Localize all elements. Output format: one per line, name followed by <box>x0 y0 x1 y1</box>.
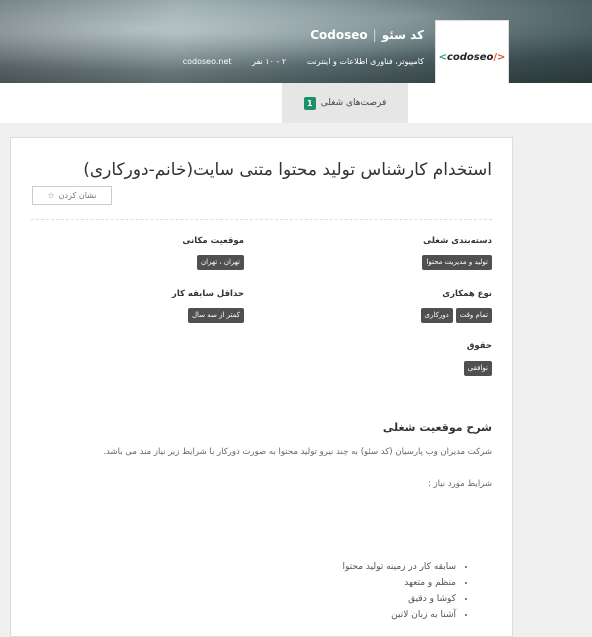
requirements-list: سابقه کار در زمینه تولید محتوا منظم و مت… <box>343 559 472 623</box>
company-industry: کامپیوتر، فناوری اطلاعات و اینترنت <box>306 57 424 66</box>
bookmark-button[interactable]: نشان کردن ☆ <box>32 186 112 205</box>
employment-type-label: نوع همکاری <box>442 289 492 299</box>
company-name-en: Codoseo <box>310 28 368 42</box>
experience-tag[interactable]: کمتر از سه سال <box>187 308 244 323</box>
employment-type-tag[interactable]: تمام وقت <box>455 308 492 323</box>
category-label: دسته‌بندی شغلی <box>423 236 492 246</box>
employment-type-tag[interactable]: دورکاری <box>420 308 453 323</box>
category-tags: تولید و مدیریت محتوا <box>422 255 492 270</box>
job-count-badge: 1 <box>303 96 316 110</box>
tab-job-openings[interactable]: فرصت‌های شغلی 1 <box>282 83 408 123</box>
description-heading: شرح موقعیت شغلی <box>382 421 492 434</box>
list-item: آشنا به زبان لاتین <box>343 607 456 623</box>
salary-label: حقوق <box>466 341 492 351</box>
company-size: ۲ - ۱۰ نفر <box>252 57 287 66</box>
logo-wordmark: <codoseo/> <box>438 52 506 63</box>
category-tag[interactable]: تولید و مدیریت محتوا <box>422 255 492 270</box>
list-item: کوشا و دقیق <box>343 591 456 607</box>
tab-bar: فرصت‌های شغلی 1 <box>0 83 592 123</box>
company-meta: کامپیوتر، فناوری اطلاعات و اینترنت ۲ - ۱… <box>183 57 424 66</box>
company-name: کد سئو|Codoseo <box>310 28 424 42</box>
salary-tag: توافقی <box>463 361 492 376</box>
bookmark-label: نشان کردن <box>58 191 97 200</box>
employment-type-tags: تمام وقت دورکاری <box>420 308 492 323</box>
star-icon: ☆ <box>47 191 55 200</box>
requirements-heading: شرایط مورد نیاز : <box>427 479 492 489</box>
company-website-link[interactable]: codoseo.net <box>183 57 232 66</box>
job-card: استخدام کارشناس تولید محتوا متنی سایت(خا… <box>10 137 513 637</box>
job-title: استخدام کارشناس تولید محتوا متنی سایت(خا… <box>83 160 492 180</box>
company-name-fa: کد سئو <box>381 28 424 42</box>
job-description: شرکت مدیران وب پارسیان (کد سئو) به چند ن… <box>103 447 492 457</box>
divider <box>31 219 492 220</box>
salary-tags: توافقی <box>463 361 492 376</box>
location-tags: تهران ، تهران <box>197 255 244 270</box>
experience-tags: کمتر از سه سال <box>187 308 244 323</box>
list-item: منظم و متعهد <box>343 575 456 591</box>
tab-job-openings-label: فرصت‌های شغلی <box>320 98 387 108</box>
experience-label: حداقل سابقه کار <box>171 289 244 299</box>
location-label: موقعیت مکانی <box>182 236 244 246</box>
location-tag[interactable]: تهران ، تهران <box>197 255 244 270</box>
list-item: سابقه کار در زمینه تولید محتوا <box>343 559 456 575</box>
